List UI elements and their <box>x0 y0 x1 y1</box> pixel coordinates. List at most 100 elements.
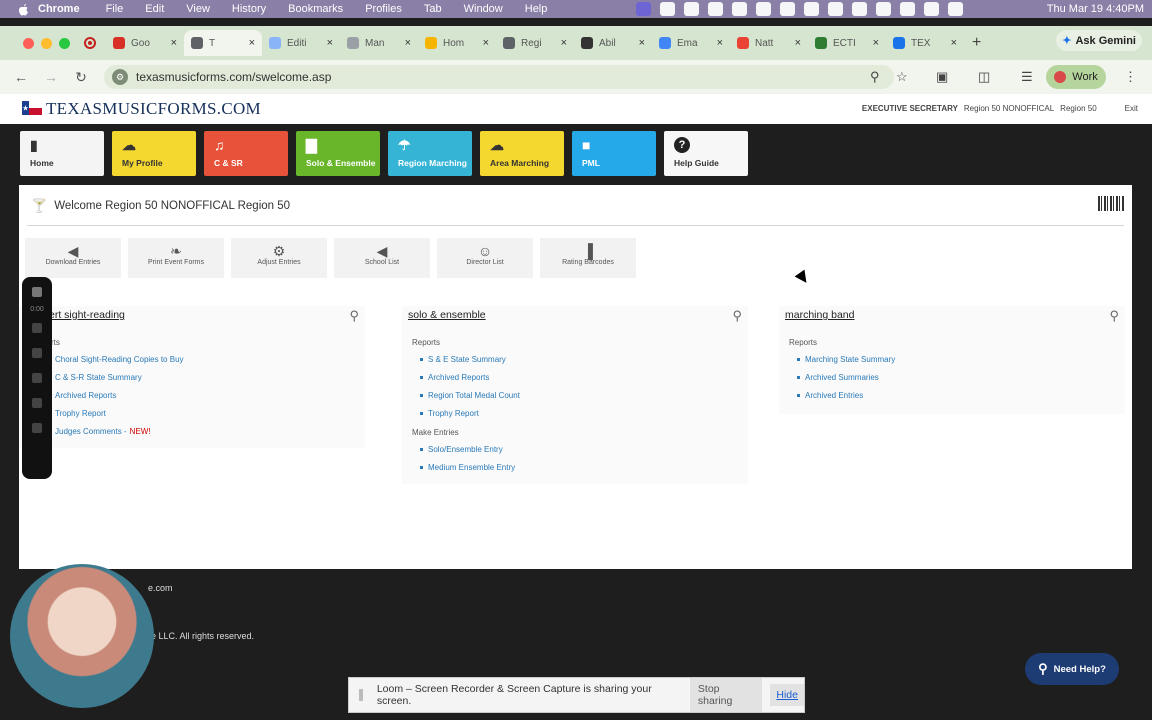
siri-icon[interactable] <box>948 2 963 16</box>
tool-print-event-forms[interactable]: ❧ Print Event Forms <box>128 238 224 278</box>
menu-view[interactable]: View <box>186 3 210 15</box>
tray-app-icon[interactable] <box>732 2 747 16</box>
report-link-text[interactable]: Archived Summaries <box>805 373 879 382</box>
tray-app-icon[interactable] <box>780 2 795 16</box>
tab-7[interactable]: Ema × <box>652 30 730 56</box>
zoom-icon[interactable]: ⚲ <box>870 69 880 85</box>
report-link-text[interactable]: Choral Sight-Reading Copies to Buy <box>55 355 184 364</box>
report-link-text[interactable]: C & S-R State Summary <box>55 373 142 382</box>
close-tab-icon[interactable]: × <box>171 37 177 49</box>
report-link-text[interactable]: Judges Comments - <box>55 427 127 436</box>
nav-my-profile[interactable]: ☁ My Profile <box>112 131 196 176</box>
nav-area-marching[interactable]: ☁ Area Marching <box>480 131 564 176</box>
tab-9[interactable]: ECTI × <box>808 30 886 56</box>
more-menu-icon[interactable]: ⋮ <box>1124 69 1137 85</box>
loom-restart-icon[interactable] <box>32 348 42 358</box>
close-tab-icon[interactable]: × <box>639 37 645 49</box>
loom-more-icon[interactable] <box>32 423 42 433</box>
menu-window[interactable]: Window <box>464 3 503 15</box>
report-link-text[interactable]: Archived Reports <box>428 373 489 382</box>
tray-app-icon[interactable] <box>804 2 819 16</box>
url-text[interactable]: texasmusicforms.com/swelcome.asp <box>136 70 331 84</box>
screen-share-icon[interactable] <box>636 2 651 16</box>
menu-bookmarks[interactable]: Bookmarks <box>288 3 343 15</box>
close-tab-icon[interactable]: × <box>249 37 255 49</box>
close-tab-icon[interactable]: × <box>873 37 879 49</box>
close-tab-icon[interactable]: × <box>405 37 411 49</box>
report-link-text[interactable]: Region Total Medal Count <box>428 391 520 400</box>
tool-adjust-entries[interactable]: ⚙ Adjust Entries <box>231 238 327 278</box>
nav-help-guide[interactable]: ? Help Guide <box>664 131 748 176</box>
search-icon[interactable] <box>900 2 915 16</box>
nav-solo-ensemble[interactable]: ▇ Solo & Ensemble <box>296 131 380 176</box>
tab-3[interactable]: Man × <box>340 30 418 56</box>
loom-draw-icon[interactable] <box>32 398 42 408</box>
record-icon[interactable] <box>84 37 96 49</box>
screenshot-icon[interactable]: ◫ <box>978 69 990 85</box>
back-arrow-icon[interactable]: ← <box>12 69 30 85</box>
menu-help[interactable]: Help <box>525 3 548 15</box>
tab-10[interactable]: TEX × <box>886 30 964 56</box>
nav-c-sr[interactable]: ♫ C & SR <box>204 131 288 176</box>
new-tab-button[interactable]: + <box>972 34 981 52</box>
media-controls-icon[interactable]: ☰ <box>1021 69 1033 85</box>
ask-gemini-button[interactable]: ✦ Ask Gemini <box>1056 30 1142 51</box>
menu-profiles[interactable]: Profiles <box>365 3 402 15</box>
report-link[interactable]: Archived Entries <box>797 386 1125 404</box>
tab-4[interactable]: Hom × <box>418 30 496 56</box>
tray-app-icon[interactable] <box>660 2 675 16</box>
zoom-window-button[interactable] <box>59 37 70 49</box>
hide-button[interactable]: Hide <box>770 684 804 706</box>
tab-6[interactable]: Abil × <box>574 30 652 56</box>
nav-region-marching[interactable]: ☂ Region Marching <box>388 131 472 176</box>
report-link-text[interactable]: Medium Ensemble Entry <box>428 463 515 472</box>
tab-8[interactable]: Natt × <box>730 30 808 56</box>
menu-app-name[interactable]: Chrome <box>38 3 80 15</box>
nav-home[interactable]: ▮ Home <box>20 131 104 176</box>
report-link[interactable]: Archived Reports <box>420 368 748 386</box>
column-title[interactable]: solo & ensemble ⚲ <box>402 306 748 324</box>
reload-icon[interactable]: ↻ <box>72 69 90 86</box>
forward-arrow-icon[interactable]: → <box>42 69 60 85</box>
site-logo[interactable]: TEXASMUSICFORMS.COM <box>46 99 261 119</box>
site-info-icon[interactable]: ⚙ <box>112 69 128 85</box>
tab-5[interactable]: Regi × <box>496 30 574 56</box>
nav-pml[interactable]: ■ PML <box>572 131 656 176</box>
close-window-button[interactable] <box>23 37 34 49</box>
column-title[interactable]: ert sight-reading ⚲ <box>19 306 365 324</box>
report-link-text[interactable]: Trophy Report <box>428 409 479 418</box>
report-link[interactable]: Trophy Report <box>47 404 365 422</box>
column-title-text[interactable]: marching band <box>785 309 854 321</box>
report-link[interactable]: S & E State Summary <box>420 350 748 368</box>
battery-icon[interactable] <box>852 2 867 16</box>
tool-school-list[interactable]: ◀ School List <box>334 238 430 278</box>
close-tab-icon[interactable]: × <box>717 37 723 49</box>
address-bar[interactable]: ⚙ texasmusicforms.com/swelcome.asp ⚲ ☆ <box>104 65 908 89</box>
audio-icon[interactable] <box>708 2 723 16</box>
menu-file[interactable]: File <box>106 3 124 15</box>
report-link[interactable]: Region Total Medal Count <box>420 386 748 404</box>
play-icon[interactable] <box>828 2 843 16</box>
wifi-icon[interactable] <box>876 2 891 16</box>
loom-delete-icon[interactable] <box>32 373 42 383</box>
barcode-icon[interactable] <box>1098 196 1124 211</box>
menu-tab[interactable]: Tab <box>424 3 442 15</box>
tab-2[interactable]: Editi × <box>262 30 340 56</box>
report-link[interactable]: Choral Sight-Reading Copies to Buy <box>47 350 365 368</box>
column-title-text[interactable]: solo & ensemble <box>408 309 486 321</box>
tray-app-icon[interactable] <box>684 2 699 16</box>
extensions-icon[interactable]: ▣ <box>936 69 948 85</box>
tool-director-list[interactable]: ☺ Director List <box>437 238 533 278</box>
report-link[interactable]: C & S-R State Summary <box>47 368 365 386</box>
report-link-text[interactable]: Archived Entries <box>805 391 863 400</box>
report-link[interactable]: Archived Summaries <box>797 368 1125 386</box>
stop-sharing-button[interactable]: Stop sharing <box>689 678 763 712</box>
column-title-text[interactable]: ert sight-reading <box>49 309 125 321</box>
exit-link[interactable]: Exit <box>1125 104 1138 113</box>
bookmark-star-icon[interactable]: ☆ <box>896 69 908 85</box>
report-link[interactable]: Marching State Summary <box>797 350 1125 368</box>
close-tab-icon[interactable]: × <box>951 37 957 49</box>
report-link[interactable]: Trophy Report <box>420 404 748 422</box>
loom-stop-icon[interactable] <box>32 287 42 297</box>
minimize-window-button[interactable] <box>41 37 52 49</box>
